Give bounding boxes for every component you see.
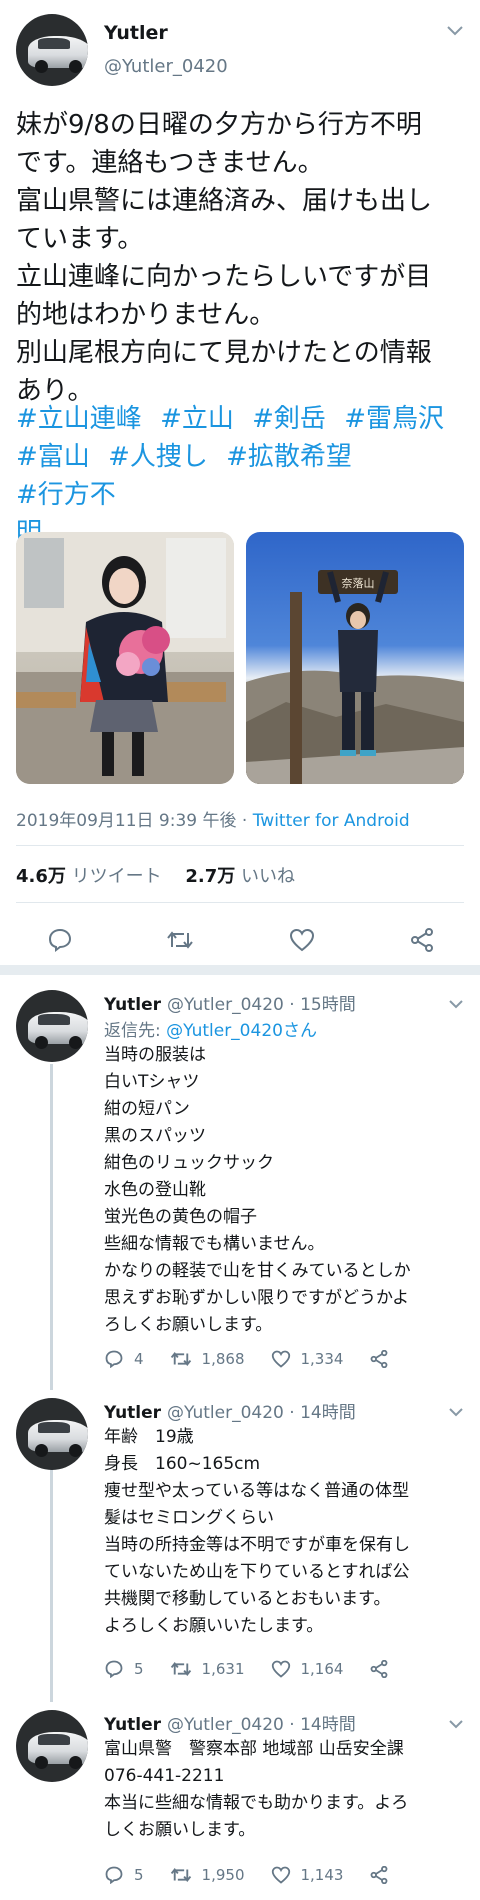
reply-button[interactable]: 5	[104, 1866, 144, 1884]
like-count: 1,143	[300, 1866, 344, 1884]
reply-author-name[interactable]: Yutler	[104, 1403, 161, 1423]
like-count: 1,164	[300, 1660, 344, 1678]
tweet-text: 妹が9/8の日曜の夕方から行方不明 です。連絡もつきません。 富山県警には連絡済…	[16, 110, 433, 406]
engagement-stats: 4.6万 リツイート 2.7万 いいね	[16, 862, 295, 888]
timestamp-separator: ·	[241, 811, 248, 831]
author-handle[interactable]: @Yutler_0420	[104, 56, 228, 77]
reply-to-label: 返信先:	[104, 1021, 161, 1041]
retweet-button[interactable]: 1,868	[170, 1350, 245, 1368]
avatar[interactable]	[16, 14, 88, 86]
reply-icon	[105, 1350, 123, 1368]
hashtag-link[interactable]: #拡散希望	[226, 438, 352, 476]
hashtag-link[interactable]: #雷鳥沢	[344, 400, 444, 438]
tweet-timestamp: 2019年09月11日 9:39 午後 · Twitter for Androi…	[16, 806, 410, 831]
hashtag-link[interactable]: #富山	[16, 438, 90, 476]
reply-header: Yutler @Yutler_0420 · 15時間	[104, 990, 356, 1015]
reply-text: 年齢 19歳 身長 160~165cm 痩せ型や太っている等はなく普通の体型 髪…	[104, 1427, 410, 1636]
reply-count: 5	[134, 1660, 144, 1678]
tweet-source-link[interactable]: Twitter for Android	[253, 811, 410, 831]
share-button[interactable]	[369, 1350, 399, 1368]
like-icon[interactable]	[282, 920, 322, 960]
reply-to-line: 返信先: @Yutler_0420さん	[104, 1016, 317, 1041]
like-button[interactable]: 1,143	[271, 1866, 344, 1884]
reply-author-handle[interactable]: @Yutler_0420	[167, 995, 284, 1015]
reply-action-bar: 5 1,631 1,164	[104, 1660, 424, 1678]
hashtag-link[interactable]: #人捜し	[108, 438, 208, 476]
hashtag-link[interactable]: #立山	[160, 400, 234, 438]
section-separator	[0, 965, 480, 975]
retweet-label[interactable]: リツイート	[72, 866, 162, 887]
hashtag-list: #立山連峰 #立山 #剣岳 #雷鳥沢 #富山 #人捜し #拡散希望 #行方不 明	[16, 400, 468, 552]
reply-time: · 15時間	[289, 995, 356, 1015]
share-icon[interactable]	[402, 920, 442, 960]
reply-count: 4	[134, 1350, 144, 1368]
retweet-count[interactable]: 4.6万	[16, 866, 66, 887]
share-icon	[371, 1350, 388, 1368]
reply-header: Yutler @Yutler_0420 · 14時間	[104, 1710, 356, 1735]
hashtag-link[interactable]: #剣岳	[252, 400, 326, 438]
author-name[interactable]: Yutler	[104, 22, 168, 44]
reply-time: · 14時間	[289, 1715, 356, 1735]
retweet-icon	[170, 1351, 191, 1367]
retweet-count: 1,950	[201, 1866, 245, 1884]
share-icon	[371, 1660, 388, 1678]
reply-icon	[105, 1866, 123, 1884]
divider	[16, 845, 464, 846]
reply-time: · 14時間	[289, 1403, 356, 1423]
share-button[interactable]	[369, 1660, 399, 1678]
divider	[16, 902, 464, 903]
reply-author-handle[interactable]: @Yutler_0420	[167, 1715, 284, 1735]
tweet-photo-graduation[interactable]	[16, 532, 234, 784]
reply-author-name[interactable]: Yutler	[104, 1715, 161, 1735]
summit-sign-text: 奈落山	[342, 576, 375, 590]
thread-connector-line	[50, 1430, 53, 1702]
hashtag-link[interactable]: #立山連峰	[16, 400, 142, 438]
chevron-down-icon[interactable]	[448, 1714, 464, 1733]
thread-connector-line	[50, 1064, 53, 1390]
like-count[interactable]: 2.7万	[185, 866, 235, 887]
share-icon	[371, 1866, 388, 1884]
reply-avatar[interactable]	[16, 1398, 88, 1470]
retweet-icon	[170, 1661, 191, 1677]
reply-text: 富山県警 警察本部 地域部 山岳安全課 076-441-2211 本当に些細な情…	[104, 1739, 409, 1840]
reply-avatar[interactable]	[16, 990, 88, 1062]
reply-button[interactable]: 5	[104, 1660, 144, 1678]
retweet-count: 1,631	[201, 1660, 245, 1678]
tweet-action-bar	[0, 920, 480, 960]
chevron-down-icon[interactable]	[446, 22, 464, 41]
reply-icon	[105, 1660, 123, 1678]
timestamp-text: 2019年09月11日 9:39 午後	[16, 811, 237, 831]
retweet-icon	[170, 1867, 191, 1883]
like-icon	[271, 1350, 290, 1368]
reply-avatar[interactable]	[16, 1710, 88, 1782]
chevron-down-icon[interactable]	[448, 994, 464, 1013]
like-button[interactable]: 1,164	[271, 1660, 344, 1678]
chevron-down-icon[interactable]	[448, 1402, 464, 1421]
share-button[interactable]	[369, 1866, 399, 1884]
retweet-count: 1,868	[201, 1350, 245, 1368]
reply-icon[interactable]	[40, 920, 80, 960]
reply-to-handle-link[interactable]: @Yutler_0420さん	[166, 1021, 317, 1041]
retweet-button[interactable]: 1,631	[170, 1660, 245, 1678]
tweet-photo-summit[interactable]: 奈落山	[246, 532, 464, 784]
reply-button[interactable]: 4	[104, 1350, 144, 1368]
retweet-icon[interactable]	[160, 920, 200, 960]
retweet-button[interactable]: 1,950	[170, 1866, 245, 1884]
like-icon	[271, 1660, 290, 1678]
reply-count: 5	[134, 1866, 144, 1884]
reply-action-bar: 5 1,950 1,143	[104, 1866, 424, 1884]
like-button[interactable]: 1,334	[271, 1350, 344, 1368]
like-count: 1,334	[300, 1350, 344, 1368]
reply-header: Yutler @Yutler_0420 · 14時間	[104, 1398, 356, 1423]
like-icon	[271, 1866, 290, 1884]
reply-author-handle[interactable]: @Yutler_0420	[167, 1403, 284, 1423]
reply-author-name[interactable]: Yutler	[104, 995, 161, 1015]
reply-text: 当時の服装は 白いTシャツ 紺の短パン 黒のスパッツ 紺色のリュックサック 水色…	[104, 1045, 411, 1335]
reply-action-bar: 4 1,868 1,334	[104, 1350, 424, 1368]
like-label[interactable]: いいね	[241, 866, 295, 887]
